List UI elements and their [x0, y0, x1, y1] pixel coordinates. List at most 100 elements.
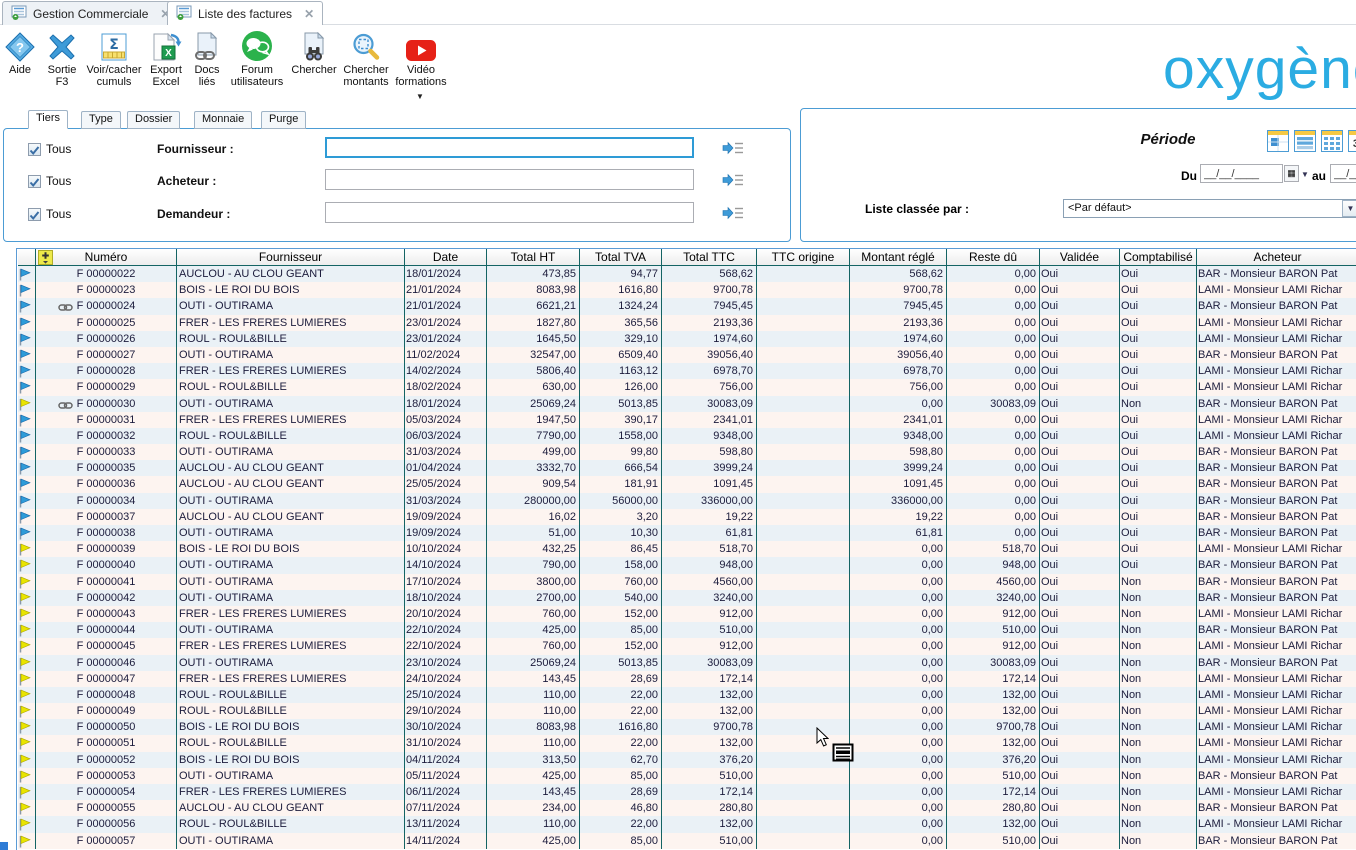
- calendar-week-icon[interactable]: [1294, 130, 1316, 152]
- table-row[interactable]: F 00000051ROUL - ROUL&BILLE31/10/2024110…: [18, 735, 1356, 751]
- filter-tab-dossier[interactable]: Dossier: [127, 111, 180, 129]
- cell-comptabilise: Oui: [1120, 525, 1197, 541]
- table-row[interactable]: F 00000042OUTI - OUTIRAMA18/10/20242700,…: [18, 590, 1356, 606]
- table-row[interactable]: F 00000024OUTI - OUTIRAMA21/01/20246621,…: [18, 298, 1356, 314]
- cell-reste-du: 132,00: [947, 816, 1040, 832]
- table-row[interactable]: F 00000029ROUL - ROUL&BILLE18/02/2024630…: [18, 379, 1356, 395]
- table-row[interactable]: F 00000050BOIS - LE ROI DU BOIS30/10/202…: [18, 719, 1356, 735]
- tous-checkbox[interactable]: [28, 143, 41, 156]
- table-row[interactable]: F 00000031FRER - LES FRERES LUMIERES05/0…: [18, 412, 1356, 428]
- column-header-date[interactable]: Date: [405, 249, 487, 265]
- table-row[interactable]: F 00000028FRER - LES FRERES LUMIERES14/0…: [18, 363, 1356, 379]
- cell-date: 31/10/2024: [405, 735, 487, 751]
- sort-select-dropdown-arrow[interactable]: ▼: [1342, 200, 1356, 217]
- table-row[interactable]: F 00000039BOIS - LE ROI DU BOIS10/10/202…: [18, 541, 1356, 557]
- column-header-numero[interactable]: Numéro: [36, 249, 177, 265]
- table-row[interactable]: F 00000036AUCLOU - AU CLOU GEANT25/05/20…: [18, 476, 1356, 492]
- toolbar-button-video[interactable]: Vidéo formations: [390, 29, 452, 88]
- table-row[interactable]: F 00000053OUTI - OUTIRAMA05/11/2024425,0…: [18, 768, 1356, 784]
- table-row[interactable]: F 00000041OUTI - OUTIRAMA17/10/20243800,…: [18, 574, 1356, 590]
- filter-tab-monnaie[interactable]: Monnaie: [194, 111, 252, 129]
- table-row[interactable]: F 00000044OUTI - OUTIRAMA22/10/2024425,0…: [18, 622, 1356, 638]
- filter-tab-purge[interactable]: Purge: [261, 111, 306, 129]
- sort-by-select[interactable]: <Par défaut>: [1063, 199, 1356, 218]
- table-row[interactable]: F 00000025FRER - LES FRERES LUMIERES23/0…: [18, 315, 1356, 331]
- tous-label: Tous: [46, 207, 71, 221]
- column-header-ttc-origine[interactable]: TTC origine: [757, 249, 850, 265]
- tous-checkbox[interactable]: [28, 175, 41, 188]
- video-dropdown-arrow[interactable]: ▼: [416, 92, 424, 101]
- cell-validee: Oui: [1040, 784, 1120, 800]
- insert-record-icon[interactable]: [38, 250, 53, 265]
- table-row[interactable]: F 00000052BOIS - LE ROI DU BOIS04/11/202…: [18, 752, 1356, 768]
- list-select-icon[interactable]: [722, 206, 744, 220]
- tous-checkbox[interactable]: [28, 208, 41, 221]
- chain-link-icon: [58, 301, 73, 314]
- date-to-input[interactable]: [1330, 164, 1356, 183]
- table-row[interactable]: F 00000023BOIS - LE ROI DU BOIS21/01/202…: [18, 282, 1356, 298]
- column-header-fournisseur[interactable]: Fournisseur: [177, 249, 405, 265]
- column-header-acheteur[interactable]: Acheteur: [1197, 249, 1356, 265]
- table-row[interactable]: F 00000035AUCLOU - AU CLOU GEANT01/04/20…: [18, 460, 1356, 476]
- table-row[interactable]: F 00000049ROUL - ROUL&BILLE29/10/2024110…: [18, 703, 1356, 719]
- table-row[interactable]: F 00000030OUTI - OUTIRAMA18/01/202425069…: [18, 396, 1356, 412]
- table-row[interactable]: F 00000056ROUL - ROUL&BILLE13/11/2024110…: [18, 816, 1356, 832]
- cell-total-tva: 1616,80: [580, 719, 662, 735]
- list-select-icon[interactable]: [722, 141, 744, 155]
- list-select-icon[interactable]: [722, 173, 744, 187]
- toolbar-button-forum[interactable]: Forum utilisateurs: [226, 29, 288, 88]
- table-row[interactable]: F 00000057OUTI - OUTIRAMA14/11/2024425,0…: [18, 833, 1356, 849]
- cell-fournisseur: BOIS - LE ROI DU BOIS: [177, 752, 405, 768]
- table-row[interactable]: F 00000047FRER - LES FRERES LUMIERES24/1…: [18, 671, 1356, 687]
- table-row[interactable]: F 00000046OUTI - OUTIRAMA23/10/202425069…: [18, 655, 1356, 671]
- table-row[interactable]: F 00000027OUTI - OUTIRAMA11/02/202432547…: [18, 347, 1356, 363]
- tous-label: Tous: [46, 142, 71, 156]
- date-from-input[interactable]: [1200, 164, 1283, 183]
- acheteur-input[interactable]: [325, 169, 694, 190]
- column-header-reste-du[interactable]: Reste dû: [947, 249, 1040, 265]
- cell-total-ht: 790,00: [487, 557, 580, 573]
- calendar-day-icon[interactable]: [1267, 130, 1289, 152]
- table-row[interactable]: F 00000045FRER - LES FRERES LUMIERES22/1…: [18, 638, 1356, 654]
- cell-total-tva: 540,00: [580, 590, 662, 606]
- cell-acheteur: BAR - Monsieur BARON Pat: [1197, 266, 1356, 282]
- table-row[interactable]: F 00000026ROUL - ROUL&BILLE23/01/2024164…: [18, 331, 1356, 347]
- blue-flag-icon: [19, 272, 31, 282]
- column-header-flag[interactable]: [18, 249, 36, 265]
- table-row[interactable]: F 00000054FRER - LES FRERES LUMIERES06/1…: [18, 784, 1356, 800]
- toolbar-button-search-amounts[interactable]: Chercher montants: [335, 29, 397, 88]
- column-header-comptabilise[interactable]: Comptabilisé: [1120, 249, 1197, 265]
- table-row[interactable]: F 00000038OUTI - OUTIRAMA19/09/202451,00…: [18, 525, 1356, 541]
- window-tab-2[interactable]: Liste des factures✕: [167, 1, 323, 26]
- close-tab-icon[interactable]: ✕: [304, 7, 314, 21]
- cell-numero: F 00000028: [36, 363, 177, 379]
- table-row[interactable]: F 00000033OUTI - OUTIRAMA31/03/2024499,0…: [18, 444, 1356, 460]
- cell-flag: [18, 396, 36, 412]
- demandeur-input[interactable]: [325, 202, 694, 223]
- table-row[interactable]: F 00000055AUCLOU - AU CLOU GEANT07/11/20…: [18, 800, 1356, 816]
- table-row[interactable]: F 00000032ROUL - ROUL&BILLE06/03/2024779…: [18, 428, 1356, 444]
- table-row[interactable]: F 00000043FRER - LES FRERES LUMIERES20/1…: [18, 606, 1356, 622]
- window-tab-1[interactable]: Gestion Commerciale✕: [2, 1, 179, 25]
- calendar-picker-icon[interactable]: ▦: [1284, 165, 1299, 182]
- table-row[interactable]: F 00000037AUCLOU - AU CLOU GEANT19/09/20…: [18, 509, 1356, 525]
- cell-ttc-origine: [757, 784, 850, 800]
- fournisseur-input[interactable]: [325, 137, 694, 158]
- column-header-total-ttc[interactable]: Total TTC: [662, 249, 757, 265]
- calendar-month-icon[interactable]: [1321, 130, 1343, 152]
- calendar-31-icon[interactable]: 31: [1348, 130, 1356, 152]
- table-row[interactable]: F 00000040OUTI - OUTIRAMA14/10/2024790,0…: [18, 557, 1356, 573]
- column-header-total-tva[interactable]: Total TVA: [580, 249, 662, 265]
- toolbar-button-label: Vidéo formations: [390, 64, 452, 88]
- column-header-montant-regle[interactable]: Montant réglé: [850, 249, 947, 265]
- column-header-validee[interactable]: Validée: [1040, 249, 1120, 265]
- table-row[interactable]: F 00000022AUCLOU - AU CLOU GEANT18/01/20…: [18, 266, 1356, 282]
- date-picker-dropdown-arrow[interactable]: ▼: [1301, 170, 1309, 179]
- filter-tab-type[interactable]: Type: [81, 111, 121, 129]
- table-row[interactable]: F 00000034OUTI - OUTIRAMA31/03/202428000…: [18, 493, 1356, 509]
- filter-tab-tiers[interactable]: Tiers: [28, 110, 68, 129]
- table-row[interactable]: F 00000048ROUL - ROUL&BILLE25/10/2024110…: [18, 687, 1356, 703]
- blue-flag-icon: [19, 499, 31, 509]
- column-header-total-ht[interactable]: Total HT: [487, 249, 580, 265]
- cell-total-ttc: 2341,01: [662, 412, 757, 428]
